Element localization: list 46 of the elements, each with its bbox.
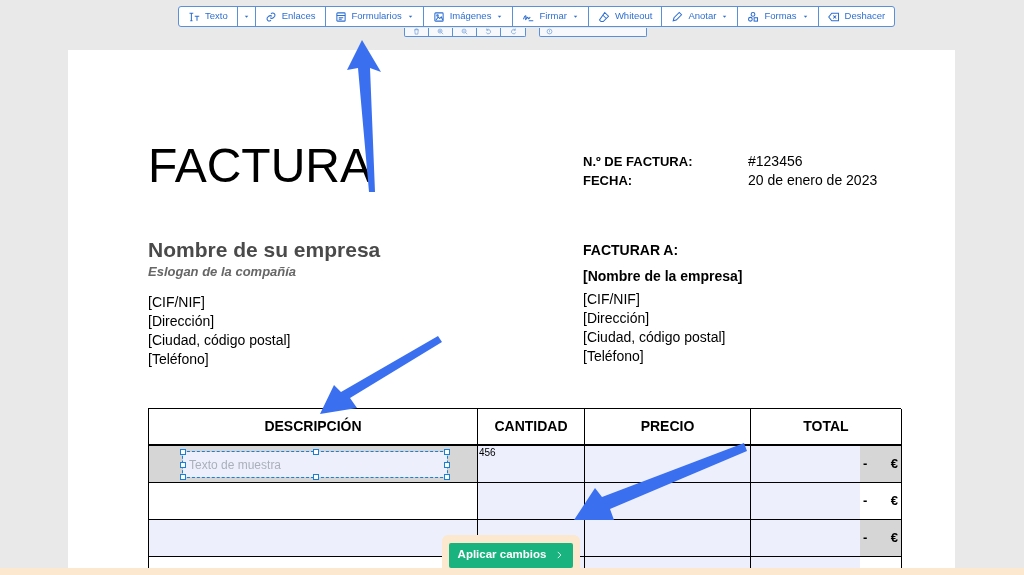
currency-symbol: € <box>890 529 898 548</box>
cell-value: - <box>863 455 868 474</box>
address-line: [Ciudad, código postal] <box>148 331 292 350</box>
address-line: [Dirección] <box>148 312 216 331</box>
caret-icon <box>242 13 250 20</box>
address-line: [Teléfono] <box>148 350 210 369</box>
toolbar-button[interactable]: Enlaces <box>255 7 326 26</box>
shapes-icon <box>747 10 760 23</box>
text-size-icon <box>188 10 200 23</box>
toolbar-button[interactable]: Formas <box>738 7 819 26</box>
resize-handle[interactable] <box>313 448 319 455</box>
link-icon <box>264 10 277 23</box>
toolbar-button[interactable]: Firmar <box>513 7 589 26</box>
form-icon <box>334 10 347 23</box>
cell-value: - <box>863 529 868 548</box>
toolbar-button[interactable]: Imágenes <box>423 7 514 26</box>
toolbar-button[interactable]: Anotar <box>662 7 739 26</box>
eraser-icon <box>597 10 610 23</box>
insert-page-button[interactable] <box>539 28 647 37</box>
address-line: [CIF/NIF] <box>583 290 641 309</box>
backspace-icon <box>827 10 840 23</box>
company-name: Nombre de su empresa <box>148 237 382 263</box>
section-heading: FACTURAR A: <box>583 242 680 259</box>
field-label: N.º DE FACTURA: <box>583 154 694 169</box>
field-value: 20 de enero de 2023 <box>748 173 879 188</box>
toolbar-button[interactable]: Texto <box>179 7 238 26</box>
apply-button[interactable]: Aplicar cambios <box>448 542 574 568</box>
field-label: FECHA: <box>583 173 634 188</box>
field-value: #123456 <box>748 154 804 169</box>
resize-handle[interactable] <box>313 473 319 480</box>
company-slogan: Eslogan de la compañía <box>148 264 298 280</box>
client-name: [Nombre de la empresa] <box>583 268 744 285</box>
image-icon <box>432 10 445 23</box>
cell-value: 456 <box>479 447 496 458</box>
cell-value: - <box>863 492 868 511</box>
currency-symbol: € <box>890 455 898 474</box>
address-line: [Teléfono] <box>583 347 645 366</box>
address-line: [Dirección] <box>583 309 651 328</box>
text-field[interactable]: Texto de muestra <box>182 450 448 478</box>
address-line: [Ciudad, código postal] <box>583 328 727 347</box>
currency-symbol: € <box>890 492 898 511</box>
address-line: [CIF/NIF] <box>148 293 206 312</box>
toolbar-button[interactable]: Deshacer <box>818 7 895 26</box>
toolbar-button[interactable]: Whiteout <box>588 7 663 26</box>
pen-icon <box>671 10 684 23</box>
toolbar-button[interactable]: Formularios <box>325 7 424 26</box>
